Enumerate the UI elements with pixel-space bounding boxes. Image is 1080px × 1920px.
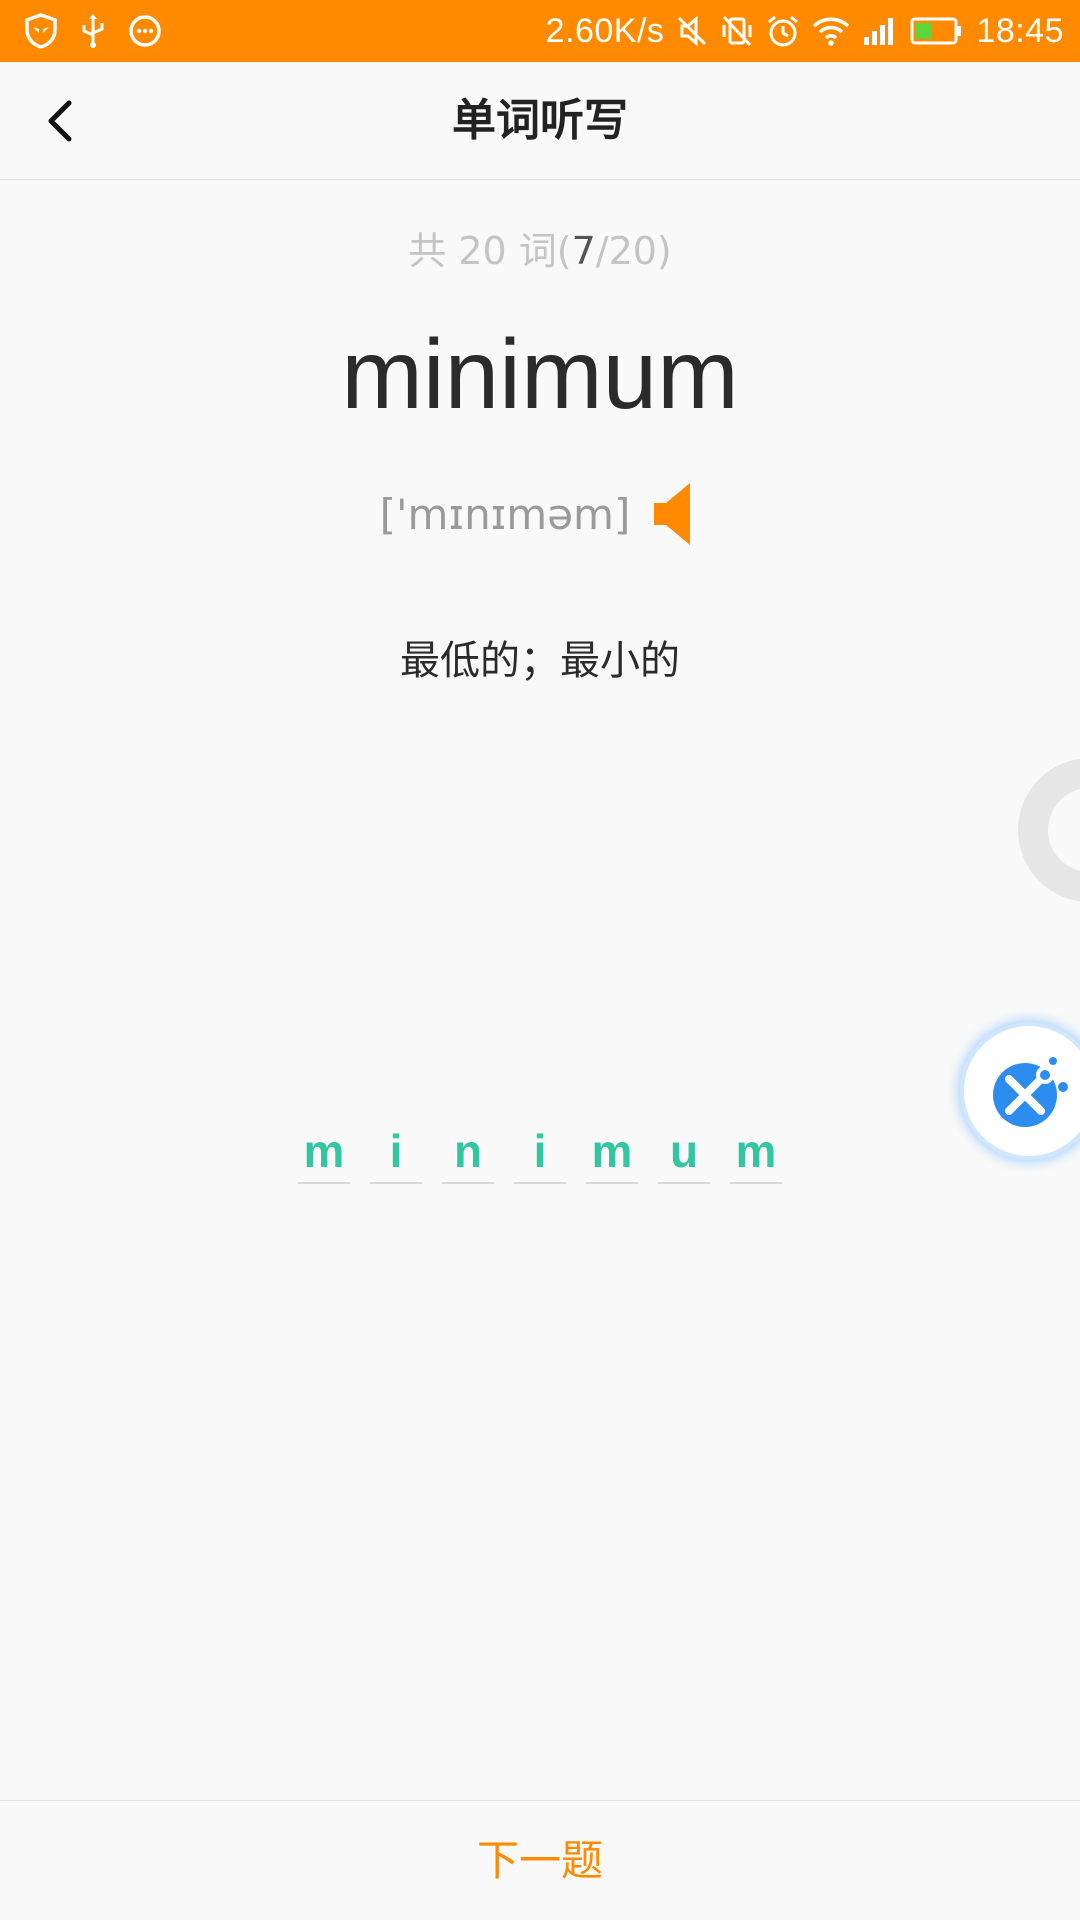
net-speed: 2.60K/s [545,11,665,50]
progress-suffix: /20) [595,229,672,273]
vibrate-off-icon [720,14,754,48]
usb-icon [80,13,106,49]
dictation-word: minimum [341,319,739,429]
chat-bubble-icon [128,14,162,48]
phonetic-text: ['mɪnɪməm] [379,489,631,539]
screen: 2.60K/s 18:45 单词听写 共 20 词(7/20) minimum … [0,0,1080,1920]
signal-icon [862,15,898,47]
letter-slots: m i n i m u m [0,1126,1080,1186]
alarm-icon [766,14,800,48]
progress-current: 7 [571,229,596,273]
speaker-icon[interactable] [652,479,700,549]
word-meaning: 最低的；最小的 [400,638,680,684]
letter-slot[interactable]: m [730,1126,782,1184]
letter-slot[interactable]: i [514,1126,566,1184]
battery-icon [910,16,964,46]
decorative-ring [1018,758,1080,902]
letter-slot[interactable]: i [370,1126,422,1184]
clock: 18:45 [976,11,1064,50]
phonetic-row: ['mɪnɪməm] [0,476,1080,552]
progress-counter: 共 20 词(7/20) [0,220,1080,275]
shield-icon [24,13,58,49]
wifi-icon [812,15,850,47]
satellite-icon [993,1057,1068,1127]
letter-slot[interactable]: u [658,1126,710,1184]
next-question-button[interactable]: 下一题 [0,1801,1080,1920]
page-title: 单词听写 [452,95,628,146]
mute-icon [676,14,708,48]
bottom-bar: 下一题 [0,1800,1080,1920]
app-header: 单词听写 [0,62,1080,180]
letter-slot[interactable]: m [298,1126,350,1184]
progress-prefix: 共 20 词( [408,229,572,273]
status-bar: 2.60K/s 18:45 [0,0,1080,62]
letter-slot[interactable]: n [442,1126,494,1184]
letter-slot[interactable]: m [586,1126,638,1184]
